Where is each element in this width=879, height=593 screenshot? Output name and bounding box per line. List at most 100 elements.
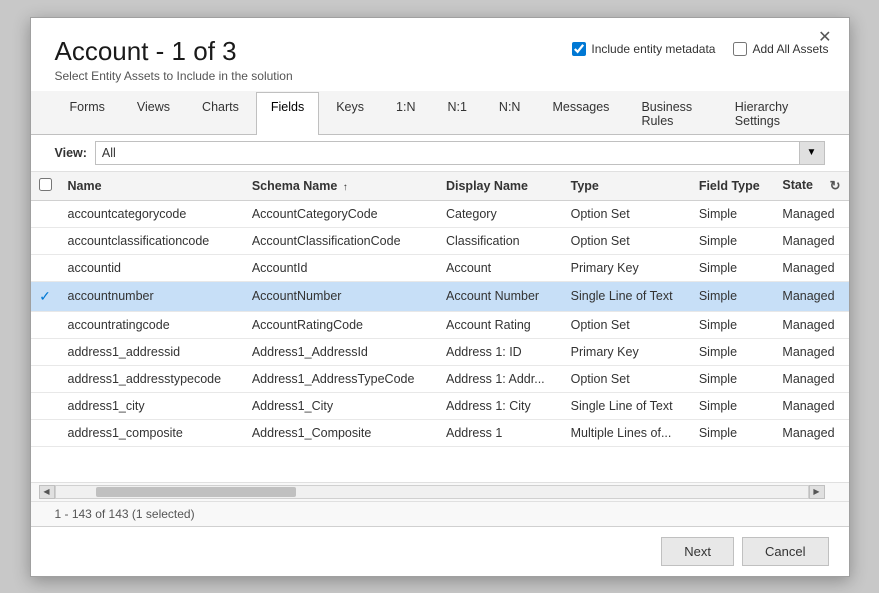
table-header-row: Name Schema Name ↑ Display Name Type Fie… [31,172,849,201]
hscroll-thumb[interactable] [96,487,296,497]
footer-bar: 1 - 143 of 143 (1 selected) [31,501,849,526]
row-name: address1_addresstypecode [60,365,244,392]
include-metadata-checkbox[interactable] [572,42,586,56]
row-schema-name: AccountNumber [244,281,438,311]
tab-nn[interactable]: N:N [484,92,536,135]
row-name: accountratingcode [60,311,244,338]
cancel-button[interactable]: Cancel [742,537,828,566]
row-display-name: Account Number [438,281,563,311]
tab-charts[interactable]: Charts [187,92,254,135]
hscroll-track[interactable] [55,485,809,499]
include-metadata-label: Include entity metadata [591,42,715,56]
include-metadata-option[interactable]: Include entity metadata [572,42,715,56]
col-display-name[interactable]: Display Name [438,172,563,201]
col-field-type[interactable]: Field Type [691,172,775,201]
row-type: Single Line of Text [563,281,691,311]
row-name: accountcategorycode [60,200,244,227]
row-field-type: Simple [691,254,775,281]
tab-1n[interactable]: 1:N [381,92,430,135]
main-dialog: ✕ Account - 1 of 3 Select Entity Assets … [30,17,850,577]
row-state: Managed [774,338,848,365]
col-state[interactable]: State ↻ [774,172,848,201]
row-type: Multiple Lines of... [563,419,691,446]
table-row[interactable]: accountclassificationcode AccountClassif… [31,227,849,254]
row-display-name: Address 1: Addr... [438,365,563,392]
col-state-label: State [782,178,813,192]
row-state: Managed [774,254,848,281]
row-schema-name: Address1_AddressId [244,338,438,365]
next-button[interactable]: Next [661,537,734,566]
row-field-type: Simple [691,392,775,419]
row-check-cell[interactable] [31,311,60,338]
hscroll-right-button[interactable]: ▶ [809,485,825,499]
sort-asc-icon: ↑ [343,182,348,193]
col-type[interactable]: Type [563,172,691,201]
col-name-label: Name [68,179,102,193]
title-options: Include entity metadata Add All Assets [572,36,828,56]
row-field-type: Simple [691,338,775,365]
row-check-cell[interactable] [31,200,60,227]
row-check-cell[interactable] [31,254,60,281]
row-display-name: Account Rating [438,311,563,338]
row-check-cell[interactable] [31,392,60,419]
tab-views[interactable]: Views [122,92,185,135]
view-bar: View: All Custom Customizable ▼ [31,135,849,172]
col-name[interactable]: Name [60,172,244,201]
row-display-name: Address 1: City [438,392,563,419]
row-check-cell[interactable] [31,419,60,446]
select-all-checkbox[interactable] [39,178,52,191]
row-name: accountclassificationcode [60,227,244,254]
col-type-label: Type [571,179,599,193]
row-field-type: Simple [691,365,775,392]
row-field-type: Simple [691,227,775,254]
add-all-assets-checkbox[interactable] [733,42,747,56]
tab-business-rules[interactable]: Business Rules [626,92,717,135]
table-row[interactable]: address1_addresstypecode Address1_Addres… [31,365,849,392]
col-schema-label: Schema Name [252,179,337,193]
row-field-type: Simple [691,200,775,227]
tab-forms[interactable]: Forms [55,92,120,135]
tab-fields[interactable]: Fields [256,92,319,135]
row-field-type: Simple [691,281,775,311]
row-type: Primary Key [563,338,691,365]
table-row[interactable]: address1_composite Address1_Composite Ad… [31,419,849,446]
row-display-name: Account [438,254,563,281]
table-row[interactable]: accountratingcode AccountRatingCode Acco… [31,311,849,338]
tab-hierarchy[interactable]: Hierarchy Settings [720,92,823,135]
col-field-type-label: Field Type [699,179,760,193]
row-check-cell[interactable] [31,338,60,365]
hscroll-bar: ◀ ▶ [31,482,849,501]
col-check[interactable] [31,172,60,201]
row-state: Managed [774,392,848,419]
tab-n1[interactable]: N:1 [432,92,481,135]
fields-table: Name Schema Name ↑ Display Name Type Fie… [31,172,849,447]
table-row[interactable]: accountcategorycode AccountCategoryCode … [31,200,849,227]
row-schema-name: AccountId [244,254,438,281]
table-row[interactable]: address1_city Address1_City Address 1: C… [31,392,849,419]
row-state: Managed [774,281,848,311]
row-check-cell[interactable] [31,227,60,254]
row-state: Managed [774,419,848,446]
col-schema-name[interactable]: Schema Name ↑ [244,172,438,201]
table-row[interactable]: ✓ accountnumber AccountNumber Account Nu… [31,281,849,311]
table-row[interactable]: address1_addressid Address1_AddressId Ad… [31,338,849,365]
row-type: Primary Key [563,254,691,281]
hscroll-left-button[interactable]: ◀ [39,485,55,499]
row-type: Option Set [563,200,691,227]
refresh-icon[interactable]: ↻ [830,178,841,194]
view-select[interactable]: All Custom Customizable [95,141,825,165]
table-container: Name Schema Name ↑ Display Name Type Fie… [31,172,849,482]
row-check-cell[interactable]: ✓ [31,281,60,311]
col-display-label: Display Name [446,179,528,193]
tab-messages[interactable]: Messages [537,92,624,135]
title-left: Account - 1 of 3 Select Entity Assets to… [55,36,293,83]
row-check-cell[interactable] [31,365,60,392]
tab-keys[interactable]: Keys [321,92,379,135]
table-row[interactable]: accountid AccountId Account Primary Key … [31,254,849,281]
row-name: address1_composite [60,419,244,446]
row-name: address1_city [60,392,244,419]
row-name: accountnumber [60,281,244,311]
row-name: accountid [60,254,244,281]
close-button[interactable]: ✕ [813,28,836,48]
row-type: Option Set [563,365,691,392]
